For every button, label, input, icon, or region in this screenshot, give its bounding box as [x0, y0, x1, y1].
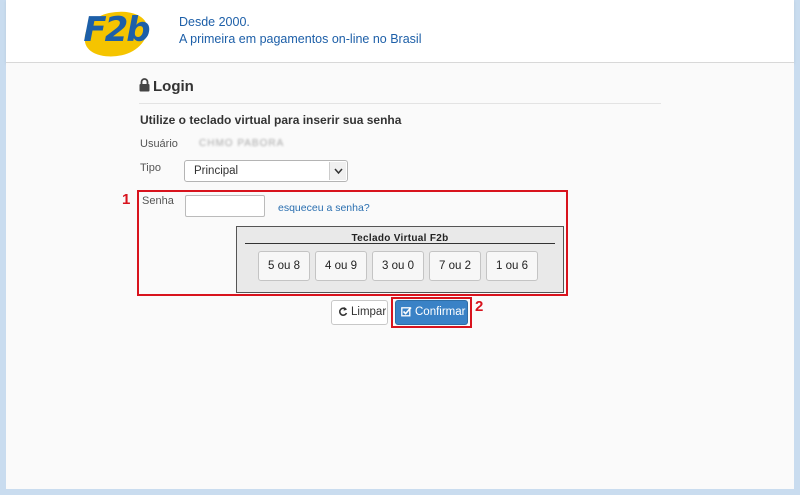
logo-text: F2b	[83, 10, 150, 50]
annotation-badge-2: 2	[475, 298, 484, 315]
site-header: F2b Desde 2000. A primeira em pagamentos…	[6, 0, 794, 63]
refresh-icon	[338, 307, 348, 316]
divider	[139, 103, 661, 104]
keyboard-key[interactable]: 7 ou 2	[429, 251, 481, 281]
keyboard-key[interactable]: 5 ou 8	[258, 251, 310, 281]
tipo-select[interactable]: Principal	[184, 160, 348, 182]
clear-button-label: Limpar	[351, 306, 387, 318]
senha-input[interactable]	[185, 195, 265, 217]
keyboard-key[interactable]: 4 ou 9	[315, 251, 367, 281]
confirm-button[interactable]: Confirmar	[395, 300, 468, 325]
login-title: Login	[139, 78, 194, 95]
tagline: Desde 2000. A primeira em pagamentos on-…	[179, 14, 421, 48]
usuario-value: CHMO PABORA	[199, 138, 285, 149]
virtual-keyboard: Teclado Virtual F2b 5 ou 8 4 ou 9 3 ou 0…	[236, 226, 564, 293]
login-subtitle: Utilize o teclado virtual para inserir s…	[140, 113, 402, 127]
keyboard-key[interactable]: 1 ou 6	[486, 251, 538, 281]
tagline-line1: Desde 2000.	[179, 15, 250, 29]
tagline-line2: A primeira em pagamentos on-line no Bras…	[179, 32, 422, 46]
tipo-label: Tipo	[140, 162, 161, 174]
usuario-label: Usuário	[140, 138, 178, 150]
f2b-logo[interactable]: F2b	[78, 5, 154, 63]
keyboard-divider	[245, 243, 555, 244]
clear-button[interactable]: Limpar	[331, 300, 388, 325]
confirm-button-label: Confirmar	[415, 306, 466, 318]
window-frame-bottom	[0, 489, 800, 495]
forgot-password-link[interactable]: esqueceu a senha?	[278, 202, 370, 214]
window-frame-right	[794, 0, 800, 495]
annotation-badge-1: 1	[122, 191, 131, 208]
chevron-down-icon[interactable]	[329, 162, 346, 180]
lock-icon	[139, 78, 150, 92]
senha-label: Senha	[142, 195, 174, 207]
check-square-icon	[401, 306, 412, 317]
tipo-selected-value: Principal	[194, 165, 239, 177]
keyboard-key[interactable]: 3 ou 0	[372, 251, 424, 281]
login-title-text: Login	[153, 78, 194, 95]
